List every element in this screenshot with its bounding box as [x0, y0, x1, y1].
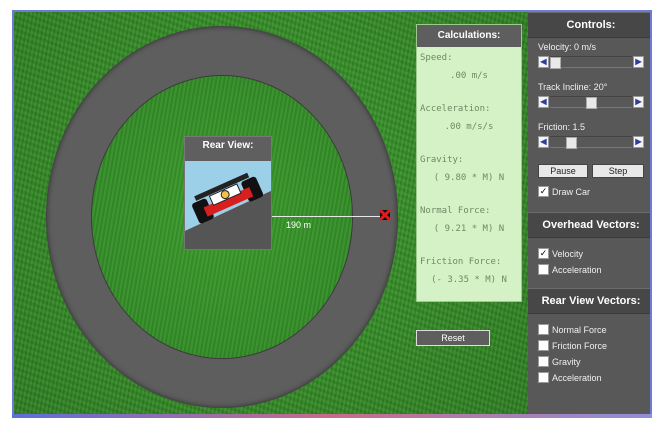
velocity-slider-thumb[interactable]: [550, 57, 561, 69]
controls-sidebar: Controls: Velocity: 0 m/s ◀ ▶ Track Incl…: [528, 12, 650, 414]
speed-label: Speed:: [420, 53, 453, 63]
friction-force-checkbox-label: Friction Force: [552, 341, 608, 351]
gravity-checkbox[interactable]: Gravity: [538, 356, 581, 368]
velocity-vector-label: Velocity: [552, 249, 584, 259]
arrow-right-icon[interactable]: ▶: [633, 56, 644, 68]
rear-view-title: Rear View:: [202, 140, 254, 151]
friction-slider-thumb[interactable]: [566, 137, 577, 149]
arrow-left-icon[interactable]: ◀: [538, 96, 549, 108]
normal-force-value: ( 9.21 * M) N: [433, 224, 505, 234]
arrow-right-icon[interactable]: ▶: [633, 136, 644, 148]
friction-label: Friction: 1.5: [538, 122, 586, 132]
normal-force-checkbox[interactable]: Normal Force: [538, 324, 607, 336]
friction-force-value: (- 3.35 * M) N: [431, 275, 507, 285]
acceleration-vector-label: Acceleration: [552, 265, 602, 275]
track-incline-label: Track Incline: 20°: [538, 82, 608, 92]
friction-slider-track[interactable]: [550, 136, 632, 149]
checkbox-empty[interactable]: [538, 264, 549, 276]
pause-button[interactable]: Pause: [538, 164, 588, 178]
reset-button[interactable]: Reset: [416, 330, 490, 346]
draw-car-label: Draw Car: [552, 187, 591, 197]
gravity-value: ( 9.80 * M) N: [433, 173, 505, 183]
step-button[interactable]: Step: [592, 164, 644, 178]
checkbox-empty[interactable]: [538, 372, 549, 384]
calculations-panel: Calculations: Speed: .00 m/s Acceleratio…: [416, 24, 522, 302]
incline-slider-track[interactable]: [550, 96, 632, 109]
checkbox-empty[interactable]: [538, 356, 549, 368]
rear-acceleration-checkbox[interactable]: Acceleration: [538, 372, 602, 384]
checkbox-empty[interactable]: [538, 340, 549, 352]
friction-force-label: Friction Force:: [420, 257, 502, 267]
checkmark-icon[interactable]: ✓: [538, 186, 549, 198]
velocity-slider[interactable]: ◀ ▶: [538, 56, 644, 69]
checkmark-icon[interactable]: ✓: [538, 248, 549, 260]
arrow-right-icon[interactable]: ▶: [633, 96, 644, 108]
rear-view-vectors-title: Rear View Vectors:: [528, 288, 650, 314]
velocity-slider-track[interactable]: [550, 56, 632, 69]
incline-slider-thumb[interactable]: [586, 97, 597, 109]
acceleration-vector-checkbox[interactable]: Acceleration: [538, 264, 602, 276]
friction-slider[interactable]: ◀ ▶: [538, 136, 644, 149]
gravity-checkbox-label: Gravity: [552, 357, 581, 367]
arrow-left-icon[interactable]: ◀: [538, 56, 549, 68]
radius-label: 190 m: [286, 220, 312, 230]
arrow-left-icon[interactable]: ◀: [538, 136, 549, 148]
simulation-window: 190 m Rear View: Calculations: Speed: .0…: [12, 10, 652, 416]
rear-view-panel: Rear View:: [184, 136, 272, 250]
speed-value: .00 m/s: [450, 71, 488, 81]
calculations-title: Calculations:: [417, 25, 521, 47]
checkbox-empty[interactable]: [538, 324, 549, 336]
normal-force-label: Normal Force:: [420, 206, 491, 216]
radius-line: [270, 216, 386, 217]
car-marker-icon[interactable]: [378, 208, 392, 222]
overhead-vectors-title: Overhead Vectors:: [528, 212, 650, 238]
controls-title: Controls:: [528, 12, 650, 38]
velocity-label: Velocity: 0 m/s: [538, 42, 597, 52]
track-incline-slider[interactable]: ◀ ▶: [538, 96, 644, 109]
friction-force-checkbox[interactable]: Friction Force: [538, 340, 607, 352]
normal-force-checkbox-label: Normal Force: [552, 325, 607, 335]
frame-bottom-border: [12, 414, 652, 418]
gravity-label: Gravity:: [420, 155, 464, 165]
race-car-icon: [185, 161, 271, 249]
velocity-vector-checkbox[interactable]: ✓ Velocity: [538, 248, 583, 260]
rear-view-canvas: [185, 161, 271, 249]
draw-car-checkbox[interactable]: ✓ Draw Car: [538, 186, 590, 198]
acceleration-value: .00 m/s/s: [444, 122, 494, 132]
acceleration-label: Acceleration:: [420, 104, 491, 114]
rear-acceleration-checkbox-label: Acceleration: [552, 373, 602, 383]
